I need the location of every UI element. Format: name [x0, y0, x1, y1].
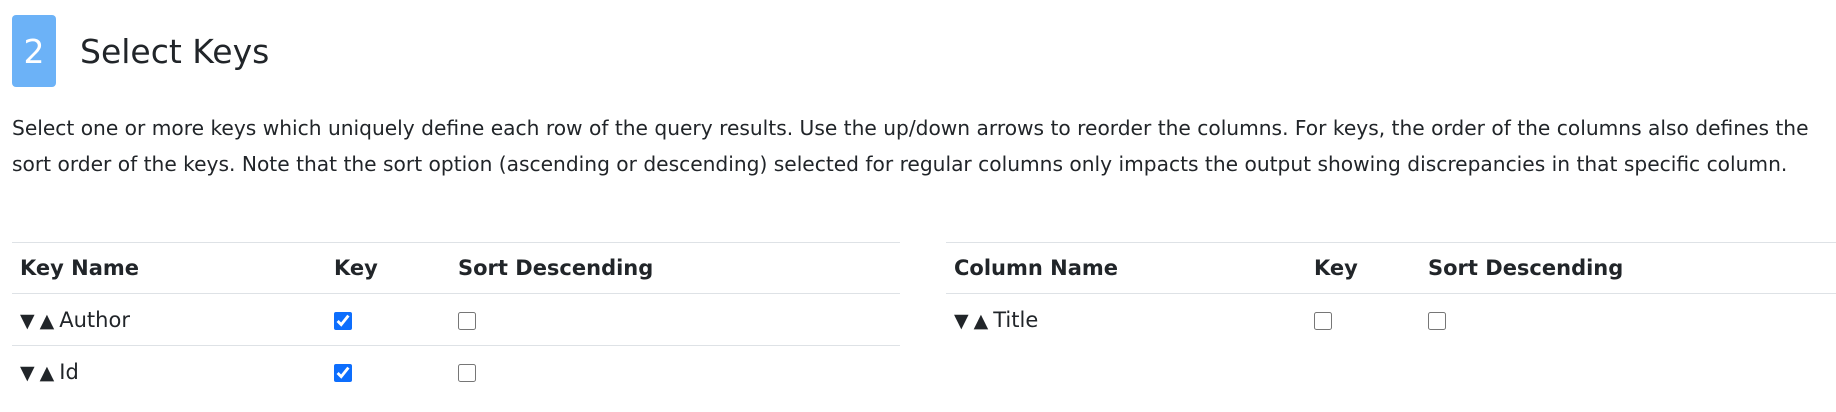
column-table: Column Name Key Sort Descending ▼ ▲ Title	[946, 242, 1836, 345]
column-name-cell: ▼ ▲ Title	[946, 294, 1306, 346]
key-name-cell: ▼ ▲ Id	[12, 345, 326, 397]
key-table-header-row: Key Name Key Sort Descending	[12, 242, 900, 294]
key-checkbox[interactable]	[1314, 311, 1332, 330]
sort-descending-header: Sort Descending	[450, 242, 900, 294]
move-up-arrow-icon[interactable]: ▲	[40, 362, 55, 384]
move-down-arrow-icon[interactable]: ▼	[954, 310, 969, 332]
key-name-header: Key Name	[12, 242, 326, 294]
move-up-arrow-icon[interactable]: ▲	[974, 310, 989, 332]
sort-descending-checkbox[interactable]	[458, 311, 476, 330]
section-title: Select Keys	[80, 31, 270, 71]
key-header: Key	[1306, 242, 1420, 294]
sort-descending-checkbox[interactable]	[458, 363, 476, 382]
step-header: 2 Select Keys	[12, 15, 269, 87]
sort-descending-cell	[450, 294, 900, 346]
key-cell	[1306, 294, 1420, 346]
table-row: ▼ ▲ Author	[12, 294, 900, 346]
column-name-header: Column Name	[946, 242, 1306, 294]
key-checkbox[interactable]	[334, 311, 352, 330]
table-row: ▼ ▲ Title	[946, 294, 1836, 346]
move-down-arrow-icon[interactable]: ▼	[20, 310, 35, 332]
key-checkbox[interactable]	[334, 363, 352, 382]
sort-descending-cell	[450, 345, 900, 397]
sort-descending-header: Sort Descending	[1420, 242, 1836, 294]
table-row: ▼ ▲ Id	[12, 345, 900, 397]
key-table: Key Name Key Sort Descending ▼ ▲ Author ▼ ▲…	[12, 242, 900, 397]
column-name: Title	[993, 307, 1039, 332]
key-header: Key	[326, 242, 450, 294]
key-name-cell: ▼ ▲ Author	[12, 294, 326, 346]
column-name: Id	[59, 359, 79, 384]
column-table-header-row: Column Name Key Sort Descending	[946, 242, 1836, 294]
sort-descending-cell	[1420, 294, 1836, 346]
select-keys-page: 2 Select Keys Select one or more keys wh…	[0, 0, 1836, 412]
section-description: Select one or more keys which uniquely d…	[12, 116, 1809, 176]
step-number-badge: 2	[12, 15, 56, 87]
key-cell	[326, 294, 450, 346]
key-cell	[326, 345, 450, 397]
move-up-arrow-icon[interactable]: ▲	[40, 310, 55, 332]
column-name: Author	[59, 307, 130, 332]
sort-descending-checkbox[interactable]	[1428, 311, 1446, 330]
move-down-arrow-icon[interactable]: ▼	[20, 362, 35, 384]
